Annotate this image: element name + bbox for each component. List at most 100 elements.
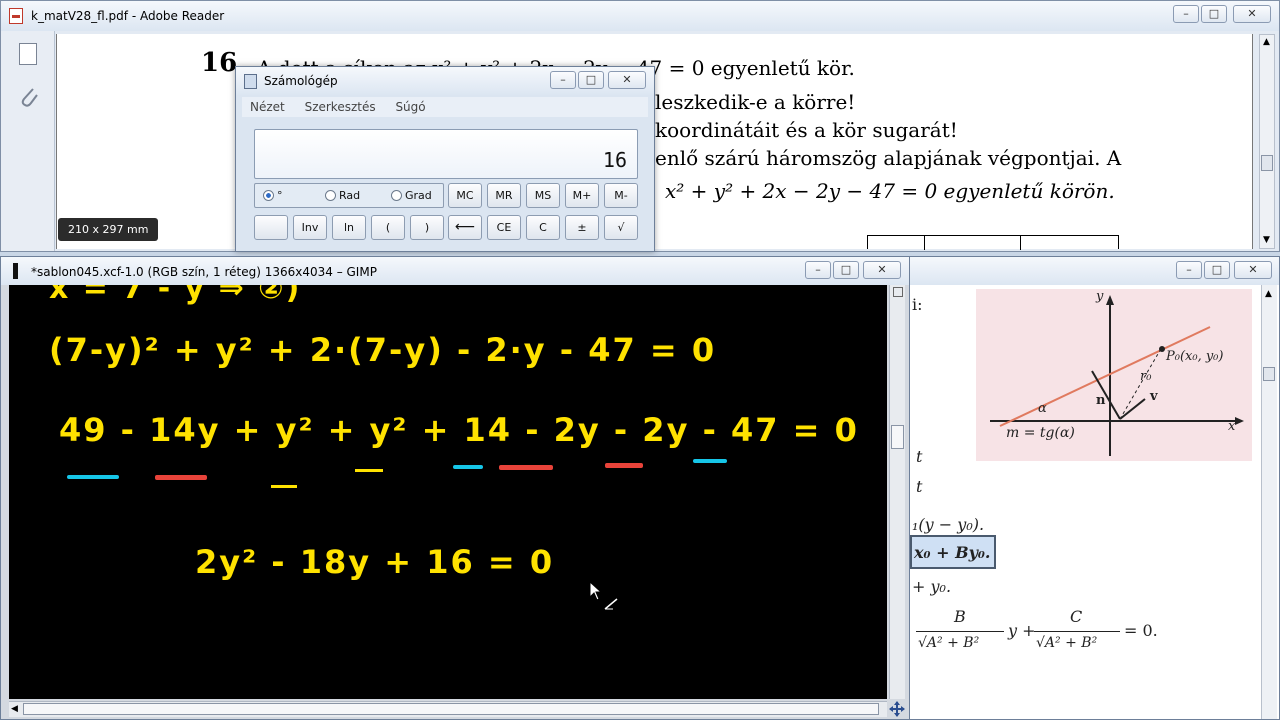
text-fragment: + y₀. — [912, 577, 952, 596]
document-vertical-scrollbar[interactable]: ▲ — [1261, 285, 1277, 719]
blank-button[interactable] — [254, 215, 288, 240]
m-minus-button[interactable]: M- — [604, 183, 638, 208]
angle-mode-group: ° Rad Grad — [254, 183, 444, 208]
display-value: 16 — [602, 148, 627, 172]
inv-button[interactable]: Inv — [293, 215, 327, 240]
gimp-maximize-icon[interactable]: □ — [833, 261, 859, 279]
calc-maximize-icon[interactable]: □ — [578, 71, 604, 89]
maximize-icon[interactable]: □ — [1201, 5, 1227, 23]
text-fragment: y + — [1008, 621, 1036, 640]
reader-navigation-pane — [1, 31, 55, 251]
figure-label-alpha: α — [1038, 401, 1047, 416]
figure-label-x: x — [1228, 419, 1236, 434]
sqrt-button[interactable]: √ — [604, 215, 638, 240]
gimp-canvas[interactable]: x = 7 - y ⇒ ②) (7-y)² + y² + 2·(7-y) - 2… — [9, 285, 887, 699]
calculator-window: Számológép – □ ✕ Nézet Szerkesztés Súgó … — [235, 66, 655, 252]
reader-titlebar[interactable]: k_matV28_fl.pdf - Adobe Reader – □ ✕ — [1, 1, 1279, 31]
calculator-display: 16 — [254, 129, 638, 179]
gimp-vertical-scrollbar[interactable] — [889, 285, 905, 699]
calc-minimize-icon[interactable]: – — [550, 71, 576, 89]
pdf-icon — [9, 8, 23, 24]
scroll-thumb[interactable] — [1261, 155, 1273, 171]
mc-button[interactable]: MC — [448, 183, 482, 208]
move-navigation-icon[interactable] — [889, 701, 905, 717]
radio-degrees[interactable]: ° — [263, 189, 283, 202]
menu-edit[interactable]: Szerkesztés — [305, 100, 376, 114]
gimp-app-icon — [13, 263, 18, 279]
text-fragment: t — [916, 447, 923, 466]
gimp-horizontal-scrollbar[interactable]: ◀ — [9, 701, 887, 717]
close-paren-button[interactable]: ) — [410, 215, 444, 240]
text-fragment: i: — [912, 295, 923, 314]
scroll-up-icon[interactable]: ▲ — [1265, 289, 1272, 299]
document-titlebar[interactable]: – □ ✕ — [906, 257, 1279, 285]
scroll-thumb[interactable] — [23, 703, 879, 715]
ms-button[interactable]: MS — [526, 183, 560, 208]
doc-close-icon[interactable]: ✕ — [1234, 261, 1272, 279]
clear-button[interactable]: C — [526, 215, 560, 240]
handwritten-line-3: 49 - 14y + y² + y² + 14 - 2y - 2y - 47 =… — [59, 411, 859, 449]
gimp-titlebar[interactable]: *sablon045.xcf-1.0 (RGB szín, 1 réteg) 1… — [1, 257, 909, 285]
calculator-title: Számológép — [264, 74, 338, 88]
backspace-button[interactable]: ⟵ — [448, 215, 482, 240]
minimize-icon[interactable]: – — [1173, 5, 1199, 23]
menu-help[interactable]: Súgó — [395, 100, 425, 114]
ce-button[interactable]: CE — [487, 215, 521, 240]
scroll-thumb[interactable] — [891, 425, 904, 449]
ln-button[interactable]: ln — [332, 215, 366, 240]
gimp-window: *sablon045.xcf-1.0 (RGB szín, 1 réteg) 1… — [0, 256, 910, 720]
calculator-menubar: Nézet Szerkesztés Súgó — [242, 97, 648, 117]
fraction-line-1 — [916, 631, 1004, 632]
gimp-minimize-icon[interactable]: – — [805, 261, 831, 279]
gimp-close-icon[interactable]: ✕ — [863, 261, 901, 279]
fraction-line-2 — [1034, 631, 1120, 632]
scroll-down-icon[interactable]: ▼ — [1263, 235, 1270, 245]
underline-yellow-y2-a — [271, 485, 297, 488]
pages-panel-icon[interactable] — [19, 43, 37, 65]
highlighted-formula-box: x₀ + By₀. — [910, 535, 996, 569]
pdf-line-3: koordinátáit és a kör sugarát! — [655, 118, 958, 142]
scroll-thumb[interactable] — [1263, 367, 1275, 381]
scroll-left-icon[interactable]: ◀ — [11, 704, 18, 714]
attachments-paperclip-icon[interactable] — [17, 83, 41, 111]
m-plus-button[interactable]: M+ — [565, 183, 599, 208]
document-window: – □ ✕ y P₀(x₀, y₀) r₀ n v α x m = tg(α) … — [905, 256, 1280, 720]
underline-red-14y — [155, 475, 207, 480]
underline-red-2y-a — [499, 465, 553, 470]
fraction-denominator-1: √A² + B² — [918, 635, 980, 651]
open-paren-button[interactable]: ( — [371, 215, 405, 240]
text-fragment: t — [916, 477, 923, 496]
handwritten-line-2: (7-y)² + y² + 2·(7-y) - 2·y - 47 = 0 — [49, 331, 717, 369]
calc-close-icon[interactable]: ✕ — [608, 71, 646, 89]
reader-vertical-scrollbar[interactable]: ▲ ▼ — [1259, 34, 1275, 249]
plus-minus-button[interactable]: ± — [565, 215, 599, 240]
gimp-title: *sablon045.xcf-1.0 (RGB szín, 1 réteg) 1… — [31, 265, 377, 279]
figure-label-p0: P₀(x₀, y₀) — [1166, 349, 1224, 364]
document-page[interactable]: y P₀(x₀, y₀) r₀ n v α x m = tg(α) i: t t… — [910, 285, 1260, 719]
calculator-app-icon — [244, 74, 257, 89]
figure-label-n: n — [1096, 393, 1106, 408]
mr-button[interactable]: MR — [487, 183, 521, 208]
radio-grads[interactable]: Grad — [391, 189, 432, 202]
calculator-titlebar[interactable]: Számológép – □ ✕ — [236, 67, 654, 95]
doc-maximize-icon[interactable]: □ — [1204, 261, 1230, 279]
text-fragment: = 0. — [1124, 621, 1158, 640]
navigate-icon[interactable] — [893, 287, 903, 297]
radio-radians[interactable]: Rad — [325, 189, 360, 202]
underline-blue-14 — [453, 465, 483, 469]
underline-blue-49 — [67, 475, 119, 479]
fraction-denominator-2: √A² + B² — [1036, 635, 1098, 651]
figure-label-slope: m = tg(α) — [1006, 425, 1075, 441]
underline-blue-47 — [693, 459, 727, 463]
page-size-tooltip: 210 x 297 mm — [58, 218, 159, 241]
underline-yellow-y2-b — [355, 469, 383, 472]
figure-label-v: v — [1150, 389, 1158, 404]
close-icon[interactable]: ✕ — [1233, 5, 1271, 23]
reader-title: k_matV28_fl.pdf - Adobe Reader — [31, 9, 225, 23]
menu-view[interactable]: Nézet — [250, 100, 285, 114]
fraction-numerator-b: B — [954, 607, 966, 626]
fraction-numerator-c: C — [1070, 607, 1083, 626]
doc-minimize-icon[interactable]: – — [1176, 261, 1202, 279]
figure-label-r0: r₀ — [1140, 369, 1152, 384]
scroll-up-icon[interactable]: ▲ — [1263, 37, 1270, 47]
